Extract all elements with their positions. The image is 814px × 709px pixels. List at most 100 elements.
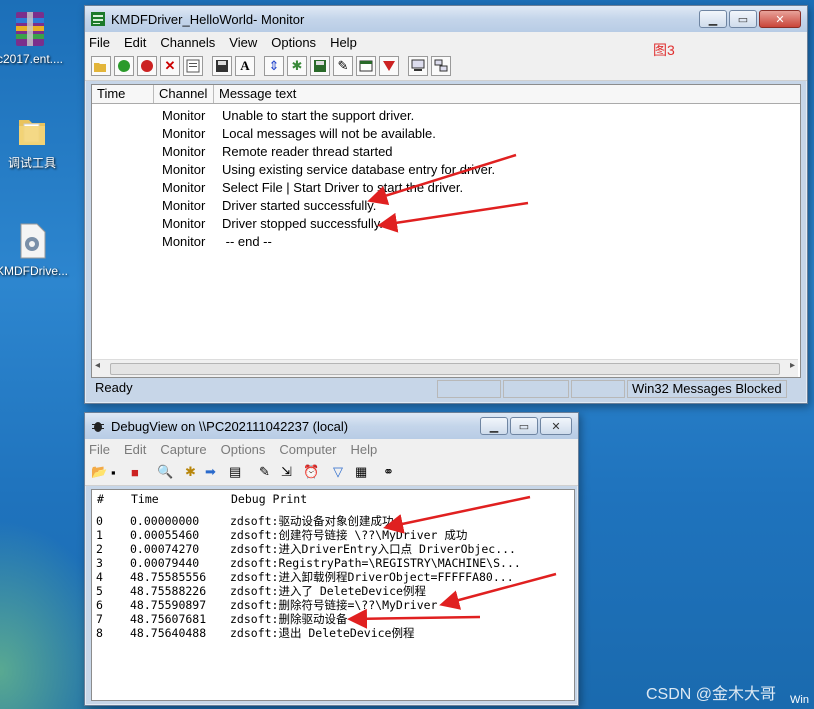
table-row[interactable]: Monitor Local messages will not be availa… [92, 125, 800, 143]
autoscroll-button[interactable]: ⇕ [264, 56, 284, 76]
table-row[interactable]: 7 48.75607681 zdsoft:删除驱动设备 [92, 612, 574, 626]
menu-channels[interactable]: Channels [160, 35, 215, 50]
row-channel: Monitor [162, 162, 206, 177]
desktop-icon-folder[interactable]: 调试工具 [0, 112, 72, 171]
table-row[interactable]: 8 48.75640488 zdsoft:退出 DeleteDevice例程 [92, 626, 574, 640]
column-debug-print[interactable]: Debug Print [226, 490, 574, 510]
stop-button[interactable] [137, 56, 157, 76]
row-number: 0 [96, 514, 103, 528]
find-icon[interactable]: 🔍 [157, 464, 179, 480]
gear-file-icon [15, 222, 49, 260]
table-row[interactable]: Monitor -- end -- [92, 233, 800, 251]
table-row[interactable]: Monitor Unable to start the support drive… [92, 107, 800, 125]
edit-button[interactable]: ✎ [333, 56, 353, 76]
table-row[interactable]: 5 48.75588226 zdsoft:进入了 DeleteDevice例程 [92, 584, 574, 598]
row-number: 7 [96, 612, 103, 626]
menu-help[interactable]: Help [330, 35, 357, 50]
menu-edit[interactable]: Edit [124, 35, 146, 50]
column-number[interactable]: # [92, 490, 126, 510]
table-row[interactable]: 6 48.75590897 zdsoft:删除符号链接=\??\MyDriver [92, 598, 574, 612]
save-button[interactable] [212, 56, 232, 76]
debug-rows: 0 0.00000000 zdsoft:驱动设备对象创建成功 1 0.00055460… [92, 510, 574, 640]
minimize-button[interactable]: ▁ [480, 417, 508, 435]
desktop-icon-driver[interactable]: KMDFDrive... [0, 222, 72, 278]
font-button[interactable]: A [235, 56, 255, 76]
table-row[interactable]: Monitor Select File | Start Driver to sta… [92, 179, 800, 197]
table-row[interactable]: 0 0.00000000 zdsoft:驱动设备对象创建成功 [92, 514, 574, 528]
pencil-icon: ✎ [337, 58, 349, 73]
column-message[interactable]: Message text [214, 85, 800, 103]
row-text: zdsoft:进入了 DeleteDevice例程 [230, 584, 426, 598]
maximize-button[interactable]: ▭ [510, 417, 538, 435]
menu-file[interactable]: File [89, 442, 110, 457]
table-row[interactable]: 2 0.00074270 zdsoft:进入DriverEntry入口点 Drive… [92, 542, 574, 556]
maximize-icon: ▭ [737, 13, 749, 26]
computer-button[interactable] [408, 56, 428, 76]
window-button[interactable] [356, 56, 376, 76]
capture-gear-icon[interactable]: ✱ [185, 464, 205, 480]
maximize-icon: ▭ [518, 420, 530, 433]
table-row[interactable]: Monitor Driver started successfully. [92, 197, 800, 215]
floppy-icon[interactable]: ▪ [111, 465, 131, 480]
arrow-right-icon[interactable]: ➡ [205, 464, 229, 480]
column-channel[interactable]: Channel [154, 85, 214, 103]
network-button[interactable] [431, 56, 451, 76]
menu-edit[interactable]: Edit [124, 442, 146, 457]
minimize-icon: ▁ [489, 420, 499, 433]
properties-button[interactable] [183, 56, 203, 76]
maximize-button[interactable]: ▭ [729, 10, 757, 28]
monitor-log-panel: Time Channel Message text Monitor Unable … [91, 84, 801, 378]
desktop-icon-label: c2017.ent.... [0, 52, 64, 66]
scroll-thumb[interactable] [110, 363, 780, 375]
row-channel: Monitor [162, 126, 206, 141]
close-button[interactable]: ✕ [759, 10, 801, 28]
column-time[interactable]: Time [126, 490, 226, 510]
menu-computer[interactable]: Computer [279, 442, 336, 457]
row-message: Remote reader thread started [222, 144, 393, 159]
table-row[interactable]: Monitor Driver stopped successfully. [92, 215, 800, 233]
open-button[interactable] [91, 56, 111, 76]
close-button[interactable]: ✕ [540, 417, 572, 435]
horizontal-scrollbar[interactable]: ◂ ▸ [92, 359, 798, 377]
binoculars-icon[interactable]: ⚭ [383, 464, 405, 480]
table-row[interactable]: 1 0.00055460 zdsoft:创建符号链接 \??\MyDriver 成功 [92, 528, 574, 542]
row-time: 48.75590897 [130, 598, 207, 612]
menu-file[interactable]: File [89, 35, 110, 50]
minimize-button[interactable]: ▁ [699, 10, 727, 28]
menu-view[interactable]: View [229, 35, 257, 50]
clear-icon[interactable]: ▤ [229, 464, 253, 480]
table-row[interactable]: 3 0.00079440 zdsoft:RegistryPath=\REGISTRY… [92, 556, 574, 570]
scroll-left-icon[interactable]: ◂ [95, 360, 100, 371]
column-time[interactable]: Time [92, 85, 154, 103]
menu-help[interactable]: Help [351, 442, 378, 457]
monitor-titlebar[interactable]: KMDFDriver_HelloWorld- Monitor ▁ ▭ ✕ [85, 6, 807, 32]
clear-button[interactable]: ✕ [160, 56, 180, 76]
scroll-right-icon[interactable]: ▸ [790, 360, 795, 371]
clock-icon[interactable]: ⏰ [303, 464, 327, 480]
menu-options[interactable]: Options [221, 442, 266, 457]
row-number: 2 [96, 542, 103, 556]
debugview-titlebar[interactable]: DebugView on \\PC202111042237 (local) ▁ … [85, 413, 578, 439]
filter-icon[interactable]: ▽ [333, 464, 355, 480]
menu-options[interactable]: Options [271, 35, 316, 50]
desktop-icon-archive[interactable]: c2017.ent.... [0, 10, 70, 66]
go-icon [118, 60, 130, 72]
folder-open-icon[interactable]: 📂 [91, 464, 111, 480]
save-red-icon[interactable]: ■ [131, 465, 151, 480]
settings-button[interactable]: ✱ [287, 56, 307, 76]
close-icon: ✕ [551, 420, 561, 433]
table-row[interactable]: Monitor Remote reader thread started [92, 143, 800, 161]
close-icon: ✕ [775, 13, 785, 26]
highlight-icon[interactable]: ✎ [259, 464, 281, 480]
autoscroll-icon[interactable]: ⇲ [281, 464, 303, 480]
debug-column-header: # Time Debug Print [92, 490, 574, 510]
filter-button[interactable] [379, 56, 399, 76]
table-row[interactable]: Monitor Using existing service database e… [92, 161, 800, 179]
save-log-button[interactable] [310, 56, 330, 76]
table-row[interactable]: 4 48.75585556 zdsoft:进入卸载例程DriverObject=FF… [92, 570, 574, 584]
debug-output-panel: # Time Debug Print 0 0.00000000 zdsoft:驱动设… [91, 489, 575, 701]
row-channel: Monitor [162, 180, 206, 195]
history-icon[interactable]: ▦ [355, 464, 377, 480]
go-button[interactable] [114, 56, 134, 76]
menu-capture[interactable]: Capture [160, 442, 206, 457]
